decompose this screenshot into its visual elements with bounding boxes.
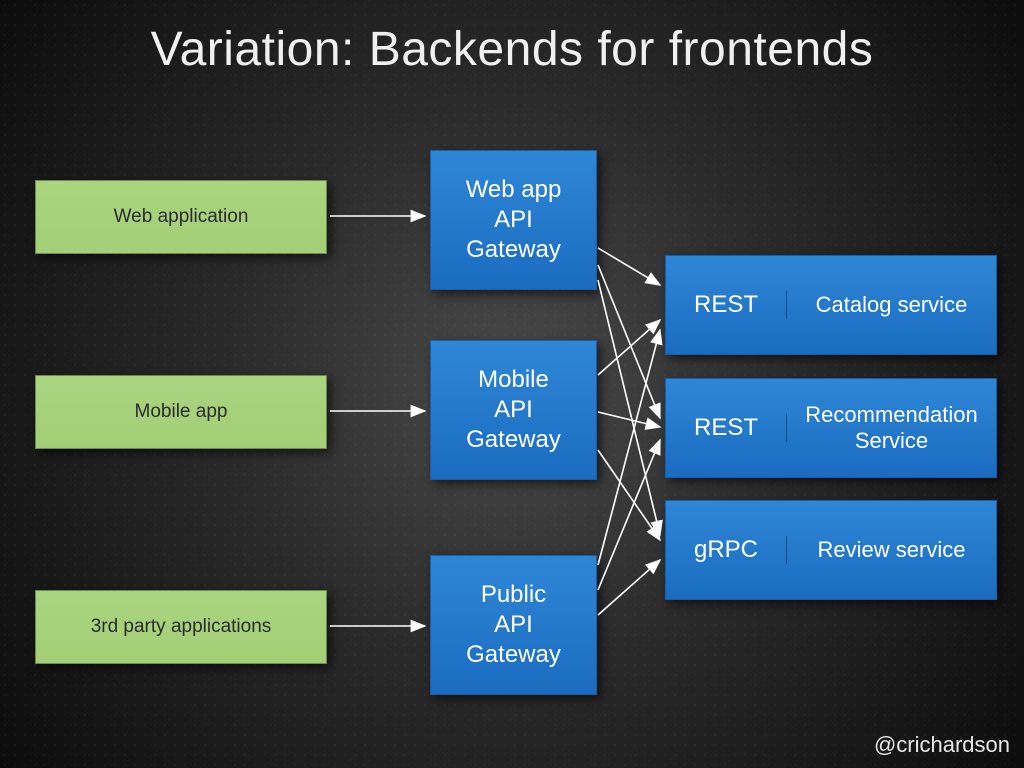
- service-protocol: REST: [666, 291, 787, 319]
- arrow-gw-web-to-review: [598, 280, 660, 535]
- client-label: 3rd party applications: [91, 616, 272, 638]
- gateway-mobile: Mobile API Gateway: [430, 340, 597, 480]
- credit-handle: @crichardson: [874, 732, 1010, 758]
- service-catalog: REST Catalog service: [665, 255, 997, 355]
- arrow-gw-web-to-catalog: [598, 248, 660, 285]
- gateway-public: Public API Gateway: [430, 555, 597, 695]
- gateway-label: Public API Gateway: [466, 580, 561, 670]
- service-name: Review service: [787, 537, 996, 563]
- service-name: Recommendation Service: [787, 402, 996, 455]
- slide-title: Variation: Backends for frontends: [0, 22, 1024, 77]
- client-mobile-app: Mobile app: [35, 375, 327, 449]
- arrow-gw-mobile-to-reco: [598, 412, 660, 427]
- arrow-gw-public-to-reco: [598, 440, 660, 590]
- arrow-gw-public-to-catalog: [598, 330, 660, 565]
- service-name: Catalog service: [787, 292, 996, 318]
- client-label: Mobile app: [135, 401, 228, 423]
- arrow-gw-mobile-to-review: [598, 450, 660, 540]
- arrow-gw-web-to-reco: [598, 265, 660, 418]
- service-review: gRPC Review service: [665, 500, 997, 600]
- gateway-label: Web app API Gateway: [466, 175, 562, 265]
- service-recommendation: REST Recommendation Service: [665, 378, 997, 478]
- slide-stage: Variation: Backends for frontends Web ap…: [0, 0, 1024, 768]
- arrow-gw-mobile-to-catalog: [598, 320, 660, 375]
- gateway-label: Mobile API Gateway: [466, 365, 561, 455]
- service-protocol: gRPC: [666, 536, 787, 564]
- service-protocol: REST: [666, 414, 787, 442]
- client-third-party: 3rd party applications: [35, 590, 327, 664]
- client-label: Web application: [114, 206, 249, 228]
- arrow-gw-public-to-review: [598, 560, 660, 615]
- gateway-web-app: Web app API Gateway: [430, 150, 597, 290]
- client-web-application: Web application: [35, 180, 327, 254]
